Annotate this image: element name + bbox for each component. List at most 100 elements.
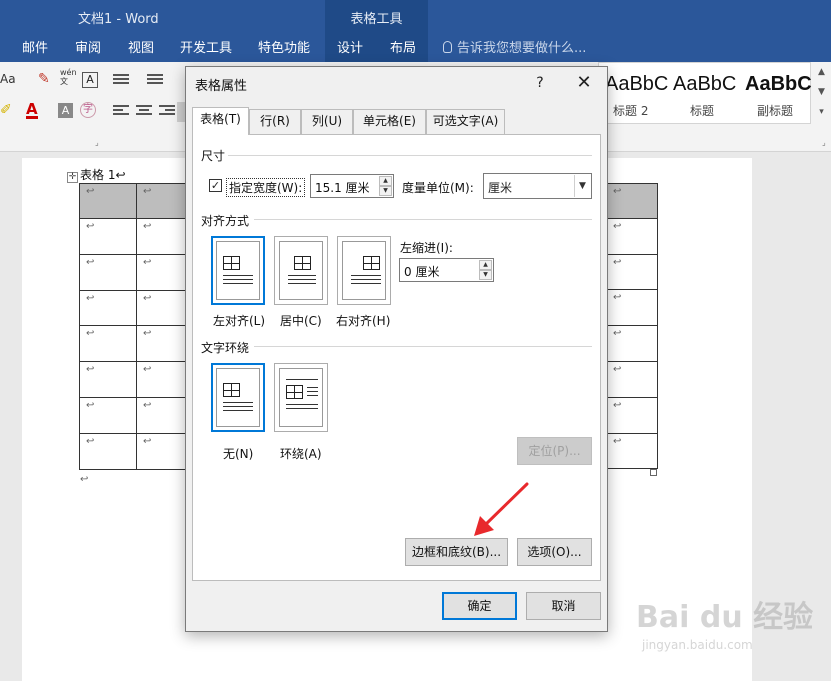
- style-name-heading2: 标题 2: [613, 104, 649, 118]
- measure-in-select[interactable]: 厘米 ▼: [483, 173, 592, 199]
- table-cell[interactable]: ↩: [79, 218, 137, 255]
- table-caption[interactable]: 表格 1↩: [80, 166, 126, 183]
- table-cell[interactable]: ↩: [606, 433, 658, 470]
- phonetic-guide-icon[interactable]: wén 文: [60, 68, 77, 86]
- tab-cell[interactable]: 单元格(E): [353, 109, 426, 134]
- table-cell[interactable]: ↩: [606, 361, 658, 398]
- table-cell[interactable]: ↩: [606, 218, 658, 255]
- table-cell[interactable]: ↩: [79, 361, 137, 398]
- preferred-width-checkbox[interactable]: ✓: [209, 179, 222, 192]
- table-icon: [223, 383, 240, 397]
- table-cell[interactable]: ↩: [606, 183, 658, 219]
- table-resize-handle-icon[interactable]: [650, 469, 657, 476]
- table-cell[interactable]: ↩: [79, 253, 137, 291]
- style-sample-heading2[interactable]: AaBbC: [605, 73, 668, 96]
- close-icon[interactable]: ✕: [571, 72, 597, 94]
- table-row[interactable]: ↩ ↩: [79, 361, 194, 398]
- indent-from-left-spinner[interactable]: 0 厘米 ▲ ▼: [399, 258, 494, 282]
- align-left-option[interactable]: [211, 236, 265, 305]
- more-styles-icon[interactable]: ▾: [812, 102, 831, 122]
- align-right-icon[interactable]: [159, 105, 175, 119]
- table-move-handle-icon[interactable]: ✛: [67, 172, 78, 183]
- tab-design[interactable]: 设计: [337, 37, 363, 56]
- highlight-icon[interactable]: ✐: [0, 102, 12, 118]
- tell-me-search[interactable]: 告诉我您想要做什么...: [443, 37, 586, 56]
- text-line: [223, 275, 253, 276]
- spin-up-icon[interactable]: ▲: [479, 260, 492, 270]
- cancel-button[interactable]: 取消: [526, 592, 601, 620]
- chevron-down-icon[interactable]: ▼: [812, 82, 831, 102]
- options-button[interactable]: 选项(O)...: [517, 538, 592, 566]
- tab-table[interactable]: 表格(T): [192, 107, 249, 135]
- tab-panel-table: [192, 134, 601, 581]
- table-cell[interactable]: ↩: [79, 183, 137, 219]
- change-case-button[interactable]: Aa: [0, 72, 16, 86]
- annotation-arrow-icon: [474, 482, 529, 536]
- bullets-icon[interactable]: [113, 74, 129, 88]
- table-icon: [223, 256, 240, 270]
- spin-up-icon[interactable]: ▲: [379, 176, 392, 186]
- align-center-option[interactable]: [274, 236, 328, 305]
- table-cell[interactable]: ↩: [79, 325, 137, 363]
- table-row[interactable]: ↩ ↩: [79, 218, 194, 255]
- tab-alt-text[interactable]: 可选文字(A): [426, 109, 505, 134]
- enclose-characters-icon[interactable]: 字: [80, 102, 96, 118]
- preferred-width-spinner[interactable]: 15.1 厘米 ▲ ▼: [310, 174, 394, 198]
- spin-down-icon[interactable]: ▼: [479, 270, 492, 280]
- borders-and-shading-button[interactable]: 边框和底纹(B)...: [405, 538, 508, 566]
- table-cell[interactable]: ↩: [79, 289, 137, 327]
- table-cell[interactable]: ↩: [79, 396, 137, 434]
- align-center-label[interactable]: 居中(C): [280, 312, 322, 329]
- character-shading-icon[interactable]: A: [58, 103, 73, 118]
- table-cell[interactable]: ↩: [606, 254, 658, 291]
- table-row[interactable]: ↩ ↩: [79, 325, 194, 363]
- ok-button[interactable]: 确定: [442, 592, 517, 620]
- align-right-option[interactable]: [337, 236, 391, 305]
- style-sample-title[interactable]: AaBbC: [673, 73, 736, 96]
- tab-view[interactable]: 视图: [128, 37, 154, 56]
- align-center-icon[interactable]: [136, 105, 152, 119]
- tab-layout[interactable]: 布局: [390, 37, 416, 56]
- table-row[interactable]: ↩ ↩: [79, 396, 194, 434]
- font-color-icon[interactable]: A: [26, 102, 38, 119]
- document-table[interactable]: ↩ ↩ ↩ ↩ ↩ ↩ ↩ ↩ ↩ ↩ ↩ ↩ ↩ ↩ ↩ ↩: [79, 183, 194, 470]
- help-icon[interactable]: ?: [529, 72, 551, 94]
- tab-column[interactable]: 列(U): [301, 109, 353, 134]
- table-row[interactable]: ↩ ↩: [79, 432, 194, 470]
- chevron-up-icon[interactable]: ▲: [812, 62, 831, 82]
- tab-special-features[interactable]: 特色功能: [258, 37, 310, 56]
- styles-dialog-launcher-icon[interactable]: ⌟: [822, 138, 826, 147]
- align-left-label[interactable]: 左对齐(L): [213, 312, 265, 329]
- table-cell[interactable]: ↩: [606, 397, 658, 434]
- clear-formatting-icon[interactable]: ✎: [38, 71, 50, 87]
- character-border-icon[interactable]: A: [82, 72, 98, 88]
- chevron-down-icon[interactable]: ▼: [574, 175, 590, 197]
- positioning-button[interactable]: 定位(P)...: [517, 437, 592, 465]
- wrap-around-option[interactable]: [274, 363, 328, 432]
- numbering-icon[interactable]: [147, 74, 163, 88]
- text-line: [351, 283, 381, 284]
- table-row[interactable]: ↩ ↩: [79, 183, 194, 219]
- styles-gallery-scroll[interactable]: ▲ ▼ ▾: [812, 62, 831, 124]
- tab-review[interactable]: 审阅: [75, 37, 101, 56]
- preferred-width-label[interactable]: 指定宽度(W):: [226, 178, 306, 197]
- table-row[interactable]: ↩ ↩: [79, 253, 194, 291]
- tab-mailings[interactable]: 邮件: [22, 37, 48, 56]
- tell-me-text: 告诉我您想要做什么...: [457, 41, 587, 56]
- spin-down-icon[interactable]: ▼: [379, 186, 392, 196]
- align-left-icon[interactable]: [113, 105, 129, 119]
- wrap-none-label[interactable]: 无(N): [223, 445, 253, 462]
- table-cell[interactable]: ↩: [606, 290, 658, 327]
- wrap-around-label[interactable]: 环绕(A): [280, 445, 322, 462]
- table-row[interactable]: ↩ ↩: [79, 289, 194, 327]
- tab-developer[interactable]: 开发工具: [180, 37, 232, 56]
- table-cell[interactable]: ↩: [79, 432, 137, 470]
- title-bar: 文档1 - Word 表格工具 邮件 审阅 视图 开发工具 特色功能 设计 布局…: [0, 0, 831, 62]
- document-table-right-column[interactable]: ↩ ↩ ↩ ↩ ↩ ↩ ↩ ↩: [606, 183, 658, 470]
- table-cell[interactable]: ↩: [606, 326, 658, 362]
- wrap-none-option[interactable]: [211, 363, 265, 432]
- align-right-label[interactable]: 右对齐(H): [336, 312, 390, 329]
- font-dialog-launcher-icon[interactable]: ⌟: [95, 138, 99, 147]
- tab-row[interactable]: 行(R): [249, 109, 301, 134]
- style-sample-subtitle[interactable]: AaBbC: [745, 73, 812, 96]
